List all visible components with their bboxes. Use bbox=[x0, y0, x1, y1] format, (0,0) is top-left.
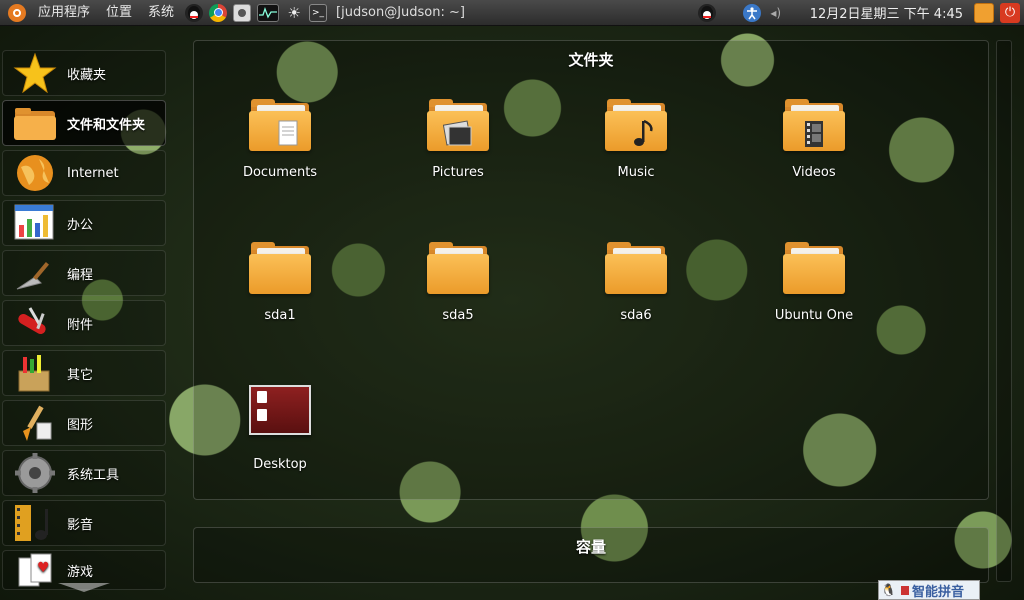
sidebar-scroll-down-arrow[interactable] bbox=[58, 583, 110, 592]
sidebar-item-label: 其它 bbox=[67, 367, 94, 383]
folder-icon bbox=[783, 242, 845, 294]
gear-icon bbox=[13, 453, 57, 493]
menu-applications[interactable]: 应用程序 bbox=[30, 0, 98, 26]
folder-label: Ubuntu One bbox=[774, 308, 854, 323]
folder-ubuntu-one[interactable]: Ubuntu One bbox=[749, 242, 879, 323]
qq-icon[interactable] bbox=[185, 3, 204, 22]
sidebar-item-system-tools[interactable]: 系统工具 bbox=[2, 450, 166, 496]
folder-label: Pictures bbox=[432, 165, 484, 180]
paintbrush-icon bbox=[13, 403, 57, 443]
folder-sda5[interactable]: sda5 bbox=[393, 242, 523, 323]
videos-folder-icon bbox=[783, 99, 845, 151]
folder-desktop[interactable]: Desktop bbox=[215, 385, 345, 472]
sidebar-item-label: 附件 bbox=[67, 317, 94, 333]
sidebar-item-label: 系统工具 bbox=[67, 467, 120, 483]
folder-documents[interactable]: Documents bbox=[215, 99, 345, 180]
folder-icon bbox=[13, 103, 57, 143]
menu-system[interactable]: 系统 bbox=[140, 0, 182, 26]
penguin-icon: 🐧 bbox=[881, 583, 896, 597]
folder-icon bbox=[605, 242, 667, 294]
folder-icon bbox=[427, 242, 489, 294]
sidebar-item-label: 图形 bbox=[67, 417, 94, 433]
lock-icon bbox=[900, 585, 909, 595]
folder-label: Music bbox=[617, 165, 655, 180]
system-monitor-icon[interactable] bbox=[257, 3, 280, 22]
main-menu: 应用程序 位置 系统 bbox=[30, 0, 182, 25]
folder-pictures[interactable]: Pictures bbox=[393, 99, 523, 180]
folder-music[interactable]: Music bbox=[571, 99, 701, 180]
desktop-icon bbox=[249, 385, 311, 435]
sidebar-item-label: 文件和文件夹 bbox=[67, 117, 146, 133]
clock[interactable]: 12月2日星期三 下午 4:45 bbox=[802, 3, 971, 22]
panel-title: 文件夹 bbox=[568, 51, 614, 69]
spreadsheet-icon bbox=[13, 203, 57, 243]
folders-panel: 文件夹 Documents Pictures Music Videos sda1… bbox=[193, 40, 989, 500]
sidebar-item-other[interactable]: 其它 bbox=[2, 350, 166, 396]
scrollbar[interactable] bbox=[996, 40, 1012, 582]
folder-label: Videos bbox=[792, 165, 836, 180]
folder-label: Documents bbox=[242, 165, 318, 180]
sidebar-item-files-folders[interactable]: 文件和文件夹 bbox=[2, 100, 166, 146]
box-icon bbox=[13, 353, 57, 393]
taskbar-window-title[interactable]: [judson@Judson: ~] bbox=[336, 5, 465, 20]
panel-title: 容量 bbox=[575, 538, 606, 556]
ubuntu-logo-icon[interactable] bbox=[8, 3, 26, 22]
sidebar-item-label: Internet bbox=[67, 165, 119, 181]
folder-sda6[interactable]: sda6 bbox=[571, 242, 701, 323]
folder-label: sda6 bbox=[620, 308, 652, 323]
panel-right: ◂) 12月2日星期三 下午 4:45 ⏻ bbox=[695, 0, 1024, 25]
speaker-device-icon[interactable] bbox=[233, 3, 252, 22]
sidebar-item-label: 收藏夹 bbox=[67, 67, 107, 83]
sidebar-item-programming[interactable]: 编程 bbox=[2, 250, 166, 296]
folder-icon bbox=[249, 242, 311, 294]
folder-videos[interactable]: Videos bbox=[749, 99, 879, 180]
sidebar-item-multimedia[interactable]: 影音 bbox=[2, 500, 166, 546]
trowel-icon bbox=[13, 253, 57, 293]
cards-icon: ♥ bbox=[13, 551, 57, 589]
accessibility-icon[interactable] bbox=[742, 3, 761, 22]
qq-tray-icon[interactable] bbox=[697, 3, 716, 22]
swiss-knife-icon bbox=[13, 303, 57, 343]
category-sidebar: 收藏夹 文件和文件夹 Internet 办公 编程 附件 其它 图形 系统工具 … bbox=[2, 50, 166, 594]
music-folder-icon bbox=[605, 99, 667, 151]
menu-places[interactable]: 位置 bbox=[98, 0, 140, 26]
power-icon[interactable]: ⏻ bbox=[1000, 2, 1020, 23]
sidebar-item-graphics[interactable]: 图形 bbox=[2, 400, 166, 446]
input-method-bar[interactable]: 🐧 智能拼音 bbox=[878, 580, 980, 600]
chrome-icon[interactable] bbox=[209, 3, 228, 22]
folder-label: sda5 bbox=[442, 308, 474, 323]
capacity-panel: 容量 bbox=[193, 527, 989, 583]
sidebar-item-label: 办公 bbox=[67, 217, 94, 233]
update-notifier-icon[interactable] bbox=[974, 2, 994, 23]
sidebar-item-label: 影音 bbox=[67, 517, 94, 533]
ime-label: 智能拼音 bbox=[911, 584, 964, 600]
globe-icon bbox=[13, 153, 57, 193]
sidebar-item-internet[interactable]: Internet bbox=[2, 150, 166, 196]
folder-label: Desktop bbox=[253, 457, 307, 472]
sidebar-item-label: 游戏 bbox=[67, 564, 94, 580]
sidebar-item-office[interactable]: 办公 bbox=[2, 200, 166, 246]
terminal-icon[interactable]: >_ bbox=[309, 3, 328, 22]
folder-sda1[interactable]: sda1 bbox=[215, 242, 345, 323]
brightness-icon[interactable]: ☀ bbox=[285, 4, 303, 22]
film-music-icon bbox=[13, 503, 57, 543]
volume-icon[interactable]: ◂) bbox=[767, 4, 785, 22]
sidebar-item-accessories[interactable]: 附件 bbox=[2, 300, 166, 346]
pictures-folder-icon bbox=[427, 99, 489, 151]
top-panel: 应用程序 位置 系统 ☀ >_ [judson@Judson: ~] ◂) 12… bbox=[0, 0, 1024, 26]
sidebar-item-favorites[interactable]: 收藏夹 bbox=[2, 50, 166, 96]
documents-folder-icon bbox=[249, 99, 311, 151]
folder-label: sda1 bbox=[264, 308, 296, 323]
svg-text:♥: ♥ bbox=[37, 560, 50, 576]
sidebar-item-label: 编程 bbox=[67, 267, 94, 283]
star-icon bbox=[13, 52, 57, 94]
